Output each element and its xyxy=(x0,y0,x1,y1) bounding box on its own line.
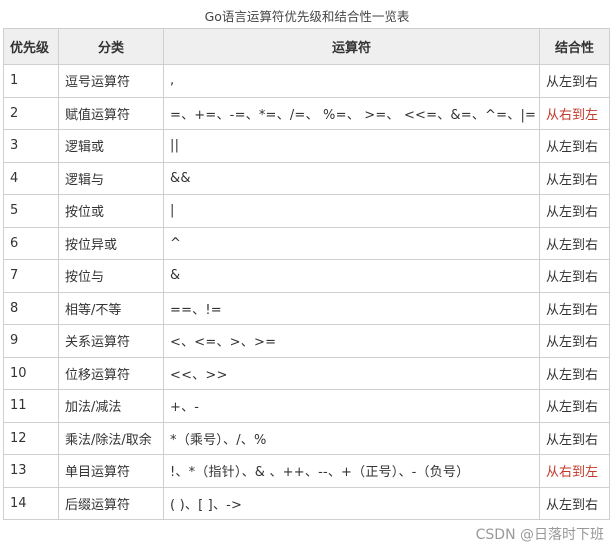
cell-level: 10 xyxy=(3,356,59,390)
table-row: 4 逻辑与 && 从左到右 xyxy=(3,161,610,195)
cell-operators: +、- xyxy=(163,389,540,423)
cell-associativity: 从左到右 xyxy=(539,389,610,423)
cell-associativity: 从左到右 xyxy=(539,356,610,390)
header-level: 优先级 xyxy=(3,28,59,65)
cell-category: 赋值运算符 xyxy=(58,96,164,130)
cell-operators: , xyxy=(163,64,540,98)
cell-associativity: 从左到右 xyxy=(539,324,610,358)
cell-operators: || xyxy=(163,129,540,163)
cell-category: 按位或 xyxy=(58,194,164,228)
table-row: 13 单目运算符 !、*（指针）、& 、++、--、+（正号）、-（负号） 从右到左 xyxy=(3,454,610,488)
header-operators: 运算符 xyxy=(163,28,540,65)
cell-category: 逻辑与 xyxy=(58,161,164,195)
header-associativity: 结合性 xyxy=(539,28,610,65)
cell-category: 单目运算符 xyxy=(58,454,164,488)
cell-category: 加法/减法 xyxy=(58,389,164,423)
table-row: 1 逗号运算符, 从左到右 xyxy=(3,64,610,98)
cell-level: 4 xyxy=(3,161,59,195)
cell-category: 乘法/除法/取余 xyxy=(58,421,164,455)
cell-associativity: 从左到右 xyxy=(539,161,610,195)
cell-level: 9 xyxy=(3,324,59,358)
cell-operators: ^ xyxy=(163,226,540,260)
cell-operators: | xyxy=(163,194,540,228)
header-category: 分类 xyxy=(58,28,164,65)
table-row: 9 关系运算符 <、<=、>、>= 从左到右 xyxy=(3,324,610,358)
cell-associativity: 从右到左 xyxy=(539,96,610,130)
table-body: 1 逗号运算符, 从左到右 2 赋值运算符 =、+=、-=、*=、/=、 %=、 >=、 … xyxy=(3,64,610,520)
table-caption: Go语言运算符优先级和结合性一览表 xyxy=(204,9,410,24)
cell-category: 后缀运算符 xyxy=(58,486,164,520)
cell-operators: && xyxy=(163,161,540,195)
cell-level: 14 xyxy=(3,486,59,520)
table-row: 7 按位与 & 从左到右 xyxy=(3,259,610,293)
cell-operators: *（乘号）、/、% xyxy=(163,421,540,455)
table-row: 14 后缀运算符( )、[ ]、-> 从左到右 xyxy=(3,486,610,520)
cell-associativity: 从右到左 xyxy=(539,454,610,488)
cell-level: 2 xyxy=(3,96,59,130)
table-header-row: 优先级 分类 运算符 结合性 xyxy=(3,28,610,65)
cell-associativity: 从左到右 xyxy=(539,129,610,163)
cell-category: 逻辑或 xyxy=(58,129,164,163)
table-row: 8 相等/不等 ==、!= 从左到右 xyxy=(3,291,610,325)
cell-associativity: 从左到右 xyxy=(539,194,610,228)
cell-level: 5 xyxy=(3,194,59,228)
cell-level: 6 xyxy=(3,226,59,260)
cell-level: 13 xyxy=(3,454,59,488)
cell-category: 逗号运算符 xyxy=(58,64,164,98)
table-row: 11 加法/减法 +、- 从左到右 xyxy=(3,389,610,423)
table-row: 10 位移运算符 <<、>> 从左到右 xyxy=(3,356,610,390)
cell-associativity: 从左到右 xyxy=(539,64,610,98)
watermark: CSDN @日落时下班 xyxy=(473,524,606,544)
table-row: 6 按位异或 ^ 从左到右 xyxy=(3,226,610,260)
cell-category: 相等/不等 xyxy=(58,291,164,325)
cell-level: 12 xyxy=(3,421,59,455)
cell-operators: ( )、[ ]、-> xyxy=(163,486,540,520)
cell-category: 按位异或 xyxy=(58,226,164,260)
cell-operators: ==、!= xyxy=(163,291,540,325)
cell-operators: =、+=、-=、*=、/=、 %=、 >=、 <<=、&=、^=、|= xyxy=(163,96,540,130)
cell-associativity: 从左到右 xyxy=(539,259,610,293)
cell-level: 3 xyxy=(3,129,59,163)
cell-associativity: 从左到右 xyxy=(539,486,610,520)
table-row: 3 逻辑或 || 从左到右 xyxy=(3,129,610,163)
table-row: 2 赋值运算符 =、+=、-=、*=、/=、 %=、 >=、 <<=、&=、^=、|… xyxy=(3,96,610,130)
cell-category: 位移运算符 xyxy=(58,356,164,390)
cell-category: 按位与 xyxy=(58,259,164,293)
cell-operators: <<、>> xyxy=(163,356,540,390)
cell-associativity: 从左到右 xyxy=(539,291,610,325)
table-row: 5 按位或 | 从左到右 xyxy=(3,194,610,228)
cell-level: 1 xyxy=(3,64,59,98)
cell-associativity: 从左到右 xyxy=(539,226,610,260)
cell-category: 关系运算符 xyxy=(58,324,164,358)
operator-precedence-table: 优先级 分类 运算符 结合性 1 逗号运算符, 从左到右 2 赋值运算符 =、+=、-=、… xyxy=(3,28,610,520)
cell-level: 7 xyxy=(3,259,59,293)
cell-operators: !、*（指针）、& 、++、--、+（正号）、-（负号） xyxy=(163,454,540,488)
cell-associativity: 从左到右 xyxy=(539,421,610,455)
cell-operators: & xyxy=(163,259,540,293)
table-row: 12 乘法/除法/取余 *（乘号）、/、% 从左到右 xyxy=(3,421,610,455)
cell-operators: <、<=、>、>= xyxy=(163,324,540,358)
cell-level: 11 xyxy=(3,389,59,423)
cell-level: 8 xyxy=(3,291,59,325)
